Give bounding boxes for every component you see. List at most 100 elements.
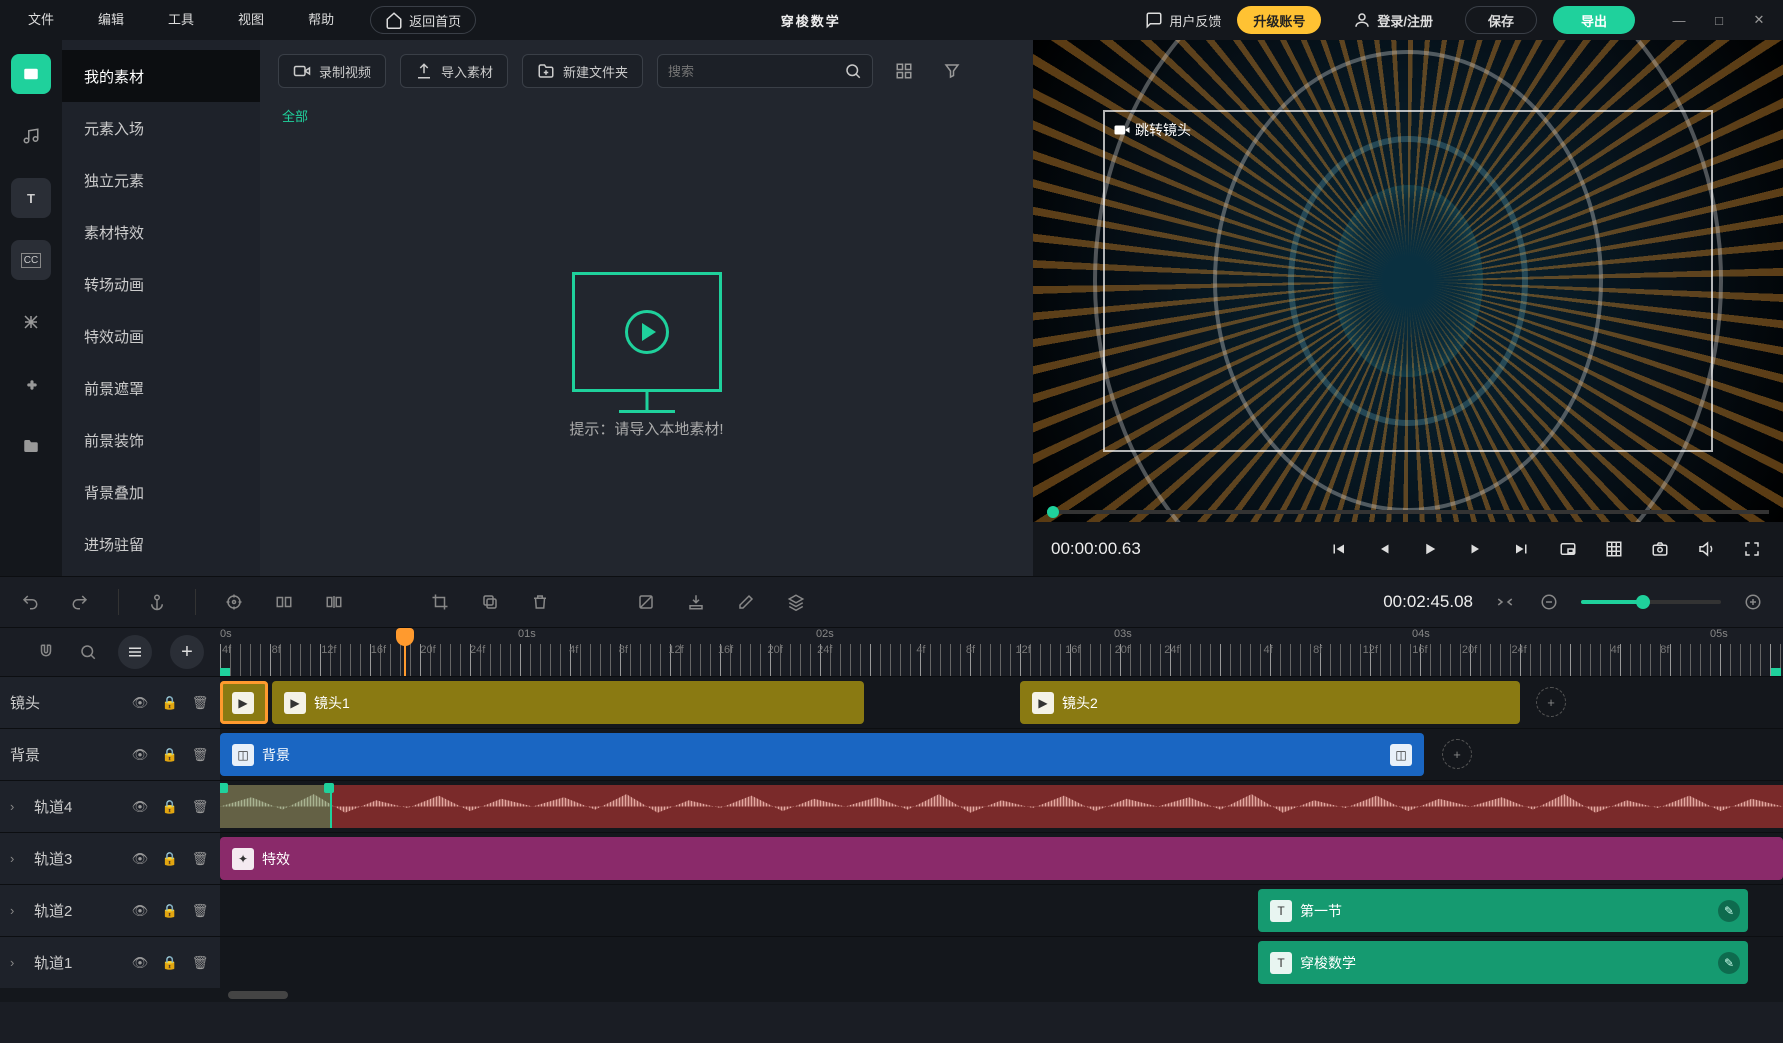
cat-fg-deco[interactable]: 前景装饰 [62, 414, 260, 466]
lock-toggle[interactable]: 🔒 [160, 955, 180, 971]
visibility-toggle[interactable]: 👁 [130, 903, 150, 919]
export-button[interactable]: 导出 [1553, 6, 1635, 34]
delete-track[interactable]: 🗑 [190, 799, 210, 815]
redo-button[interactable] [68, 590, 92, 614]
home-button[interactable]: 返回首页 [370, 6, 476, 34]
clip-bg[interactable]: ◫背景◫ [220, 733, 1424, 776]
lock-toggle[interactable]: 🔒 [160, 747, 180, 763]
visibility-toggle[interactable]: 👁 [130, 955, 150, 971]
rail-media[interactable] [11, 54, 51, 94]
upgrade-button[interactable]: 升级账号 [1237, 6, 1321, 34]
clip-fx[interactable]: ✦特效 [220, 837, 1783, 880]
window-close[interactable]: ✕ [1741, 6, 1777, 34]
menu-help[interactable]: 帮助 [286, 0, 356, 40]
rail-plugin[interactable] [11, 364, 51, 404]
visibility-toggle[interactable]: 👁 [130, 695, 150, 711]
volume-button[interactable] [1693, 536, 1719, 562]
rail-folder[interactable] [11, 426, 51, 466]
clip-title[interactable]: T穿梭数学✎ [1258, 941, 1748, 984]
anchor-button[interactable] [145, 590, 169, 614]
search-timeline-button[interactable] [76, 640, 100, 664]
visibility-toggle[interactable]: 👁 [130, 747, 150, 763]
prev-frame-button[interactable] [1371, 536, 1397, 562]
magnet-button[interactable] [34, 640, 58, 664]
delete-track[interactable]: 🗑 [190, 903, 210, 919]
lane-4[interactable] [220, 781, 1783, 832]
zoom-in-button[interactable] [1741, 590, 1765, 614]
lock-toggle[interactable]: 🔒 [160, 799, 180, 815]
record-button[interactable]: 录制视频 [278, 54, 386, 88]
cat-transition[interactable]: 转场动画 [62, 258, 260, 310]
zoom-slider[interactable] [1581, 600, 1721, 604]
playhead[interactable] [404, 628, 406, 676]
zoom-knob[interactable] [1636, 595, 1650, 609]
grid-view-button[interactable] [887, 54, 921, 88]
locate-button[interactable] [222, 590, 246, 614]
add-clip-button[interactable]: + [1536, 687, 1566, 717]
delete-track[interactable]: 🗑 [190, 695, 210, 711]
newfolder-button[interactable]: 新建文件夹 [522, 54, 643, 88]
pip-button[interactable] [1555, 536, 1581, 562]
edit-button[interactable] [734, 590, 758, 614]
lane-2[interactable]: T第一节✎ [220, 885, 1783, 936]
lane-3[interactable]: ✦特效 [220, 833, 1783, 884]
cat-my-assets[interactable]: 我的素材 [62, 50, 260, 102]
crop-button[interactable] [428, 590, 452, 614]
save-button[interactable]: 保存 [1465, 6, 1537, 34]
copy-button[interactable] [478, 590, 502, 614]
rail-subtitle[interactable]: CC [11, 240, 51, 280]
grid-button[interactable] [1601, 536, 1627, 562]
zoom-out-button[interactable] [1537, 590, 1561, 614]
mask-button[interactable] [634, 590, 658, 614]
filter-all[interactable]: 全部 [282, 109, 308, 124]
import-button[interactable]: 导入素材 [400, 54, 508, 88]
filter-button[interactable] [935, 54, 969, 88]
menu-edit[interactable]: 编辑 [76, 0, 146, 40]
delete-track[interactable]: 🗑 [190, 851, 210, 867]
lock-toggle[interactable]: 🔒 [160, 903, 180, 919]
edit-clip-button[interactable]: ✎ [1718, 952, 1740, 974]
mirror-button[interactable] [322, 590, 346, 614]
timeline-hscroll[interactable] [0, 988, 1783, 1002]
undo-button[interactable] [18, 590, 42, 614]
chevron-right-icon[interactable]: › [10, 903, 24, 918]
snapshot-button[interactable] [1647, 536, 1673, 562]
preview-scrubber[interactable] [1047, 510, 1769, 514]
feedback-button[interactable]: 用户反馈 [1145, 11, 1221, 30]
add-clip-button[interactable]: + [1442, 739, 1472, 769]
lock-toggle[interactable]: 🔒 [160, 851, 180, 867]
goto-start-button[interactable] [1325, 536, 1351, 562]
cat-enter-stay[interactable]: 进场驻留 [62, 518, 260, 570]
lane-shot[interactable]: ▶ ▶镜头1 ▶镜头2 + [220, 677, 1783, 728]
clip-section1[interactable]: T第一节✎ [1258, 889, 1748, 932]
chevron-right-icon[interactable]: › [10, 955, 24, 970]
rail-audio[interactable] [11, 116, 51, 156]
lane-bg[interactable]: ◫背景◫ + [220, 729, 1783, 780]
delete-button[interactable] [528, 590, 552, 614]
clip-shot-1[interactable]: ▶镜头1 [272, 681, 864, 724]
lane-1[interactable]: T穿梭数学✎ [220, 937, 1783, 988]
fit-button[interactable] [1493, 590, 1517, 614]
lock-toggle[interactable]: 🔒 [160, 695, 180, 711]
clip-shot-2[interactable]: ▶镜头2 [1020, 681, 1520, 724]
cat-standalone[interactable]: 独立元素 [62, 154, 260, 206]
audio-selection[interactable] [220, 785, 332, 828]
out-marker[interactable] [1771, 668, 1781, 676]
play-button[interactable] [1417, 536, 1443, 562]
layers-button[interactable] [784, 590, 808, 614]
list-tracks-button[interactable] [118, 635, 152, 669]
cat-fx-anim[interactable]: 特效动画 [62, 310, 260, 362]
fullscreen-button[interactable] [1739, 536, 1765, 562]
preview-stage[interactable]: 跳转镜头 [1033, 40, 1783, 522]
menu-tool[interactable]: 工具 [146, 0, 216, 40]
hscroll-thumb[interactable] [228, 991, 288, 999]
in-marker[interactable] [220, 668, 230, 676]
cat-bg-overlay[interactable]: 背景叠加 [62, 466, 260, 518]
clip-shot-0[interactable]: ▶ [220, 681, 268, 724]
login-button[interactable]: 登录/注册 [1337, 6, 1449, 34]
split-button[interactable] [272, 590, 296, 614]
menu-file[interactable]: 文件 [6, 0, 76, 40]
add-track-button[interactable]: + [170, 635, 204, 669]
window-minimize[interactable]: — [1661, 6, 1697, 34]
rail-text[interactable]: T [11, 178, 51, 218]
